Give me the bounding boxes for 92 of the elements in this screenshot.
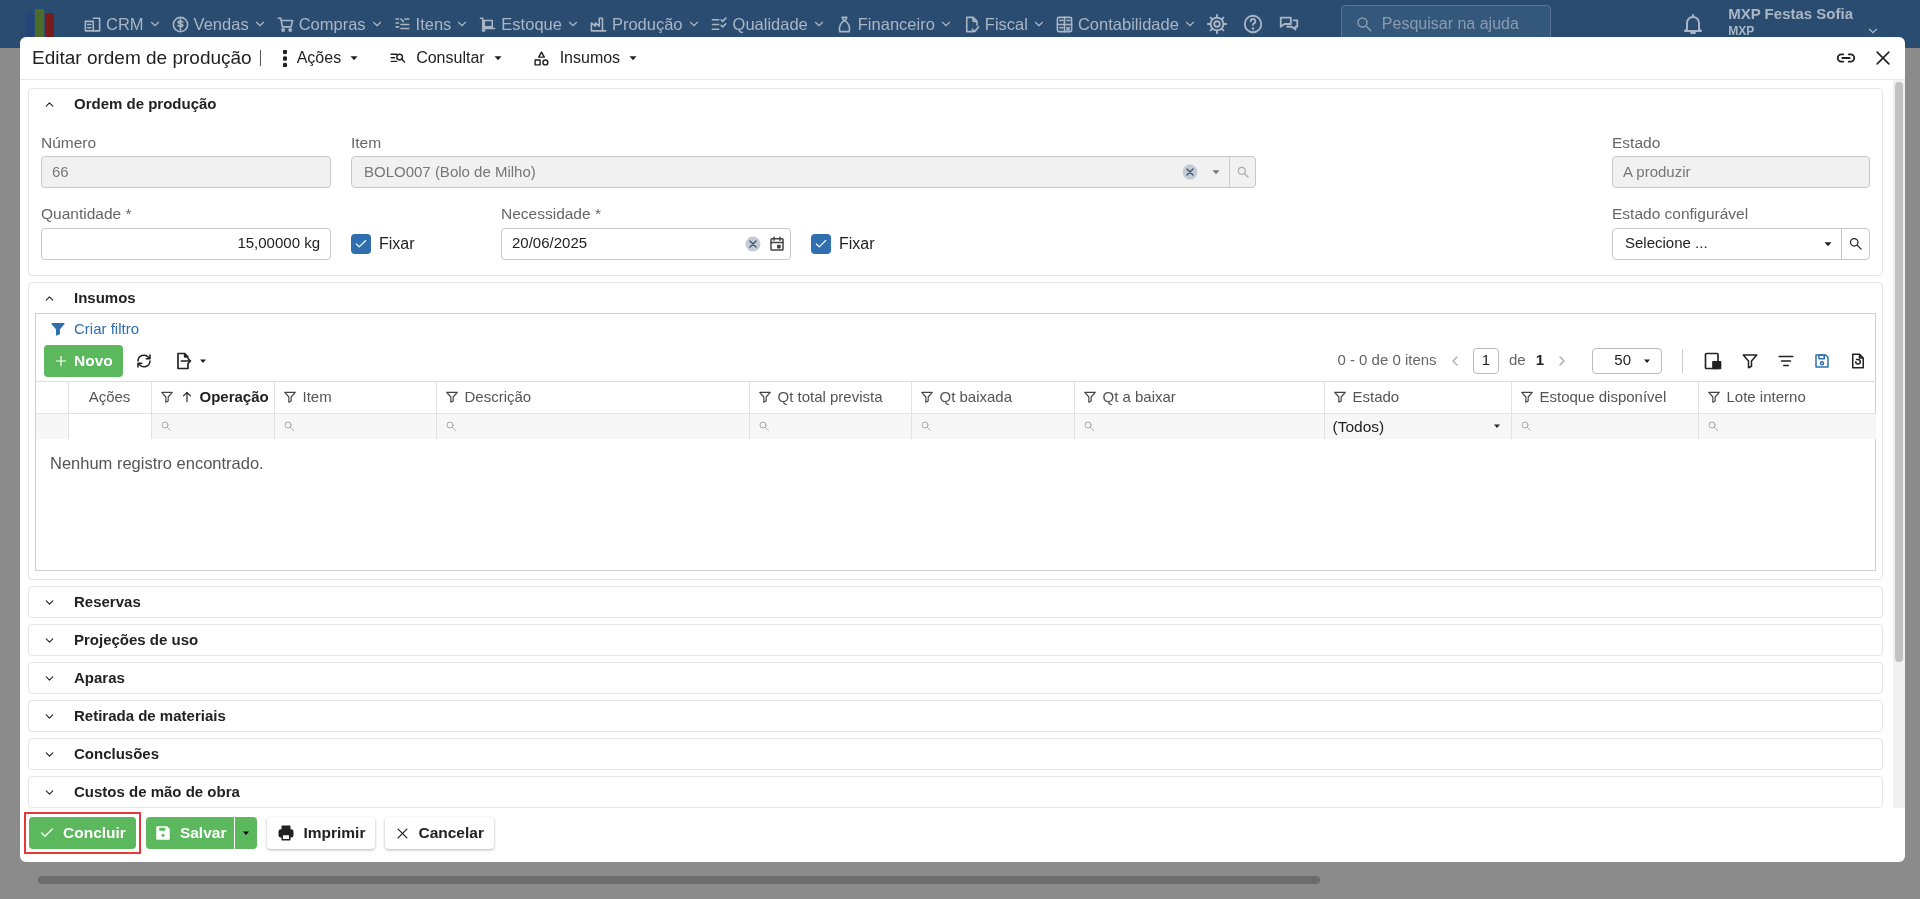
vertical-scrollbar[interactable] xyxy=(1893,80,1905,808)
search-icon xyxy=(919,420,932,433)
nav-menu[interactable]: Qualidade xyxy=(709,11,826,37)
search-icon xyxy=(159,420,172,433)
save-icon[interactable] xyxy=(1813,351,1831,370)
nav-menu[interactable]: Vendas xyxy=(170,11,267,37)
filter-icon xyxy=(444,390,459,404)
select-field[interactable]: Selecione ... xyxy=(1612,227,1870,260)
filter-icon xyxy=(1706,390,1721,404)
clear-icon xyxy=(1181,163,1200,182)
filter-icon xyxy=(1082,390,1097,404)
section-header[interactable]: Reservas xyxy=(29,587,1882,617)
section-header[interactable]: Projeções de uso xyxy=(29,625,1882,655)
search-icon xyxy=(1848,236,1863,251)
clear-icon xyxy=(744,234,762,253)
field-label: Número xyxy=(41,133,98,153)
filter-icon xyxy=(919,390,934,404)
create-filter-link[interactable]: Criar filtro xyxy=(44,314,145,341)
funnel-icon xyxy=(50,321,66,338)
filter-icon xyxy=(757,390,772,404)
section-header[interactable]: Aparas xyxy=(29,663,1882,693)
nav-menu[interactable]: Financeiro xyxy=(834,11,953,37)
search-icon xyxy=(282,420,295,433)
empty-message: Nenhum registro encontrado. xyxy=(49,453,265,474)
search-icon xyxy=(1235,165,1250,180)
total-pages: 1 xyxy=(1535,350,1544,371)
shapes-icon xyxy=(532,49,550,67)
user-name[interactable]: MXP Festas Sofia xyxy=(1728,6,1853,21)
date-field[interactable]: 20/06/2025 xyxy=(501,227,791,260)
field-label: Item xyxy=(351,133,383,153)
plus-icon xyxy=(54,353,68,368)
menu-item-icon xyxy=(588,14,608,34)
settings-icon[interactable] xyxy=(1205,13,1228,35)
section-header[interactable]: Conclusões xyxy=(29,739,1882,769)
page-size-select[interactable]: 50 xyxy=(1592,347,1662,374)
menu-item-icon xyxy=(170,14,190,34)
checkbox-label: Fixar xyxy=(379,233,415,254)
dialog-menu[interactable]: Ações xyxy=(276,46,368,70)
filter-icon xyxy=(1332,390,1347,404)
close-icon[interactable] xyxy=(1873,48,1893,68)
kebab-icon xyxy=(282,49,287,67)
print-button[interactable]: Imprimir xyxy=(267,817,376,849)
reset-icon[interactable] xyxy=(1849,351,1867,370)
menu-item-icon xyxy=(1054,14,1074,34)
field-label: Estado configurável xyxy=(1612,204,1750,225)
dialog-title: Editar ordem de produção xyxy=(32,45,252,70)
checkbox-label: Fixar xyxy=(839,233,875,254)
company-name: MXP xyxy=(1728,25,1756,37)
page-number-field[interactable]: 1 xyxy=(1472,347,1499,374)
section-header[interactable]: Insumos xyxy=(29,283,1882,313)
dialog-menu[interactable]: Insumos xyxy=(526,46,647,70)
menu-item-icon xyxy=(83,14,102,34)
logo-icon[interactable] xyxy=(26,9,54,39)
field-label: Quantidade * xyxy=(41,204,133,225)
checkbox[interactable] xyxy=(351,233,371,254)
menu-item-icon xyxy=(478,14,498,34)
item-count: 0 - 0 de 0 itens xyxy=(1337,350,1437,371)
section-header[interactable]: Retirada de materiais xyxy=(29,701,1882,731)
search-icon xyxy=(444,420,457,433)
section-header[interactable]: Custos de mão de obra xyxy=(29,777,1882,807)
nav-menu[interactable]: CRM xyxy=(83,11,162,37)
field-label: Estado xyxy=(1612,133,1662,153)
page-of-label: de xyxy=(1508,350,1526,371)
search-icon xyxy=(1519,420,1532,433)
filter-icon xyxy=(1519,390,1534,404)
section-header[interactable]: Ordem de produção xyxy=(29,89,1882,119)
filter-icon xyxy=(159,390,174,404)
save-options-button[interactable] xyxy=(235,817,258,849)
search-icon xyxy=(1082,420,1095,433)
help-icon[interactable] xyxy=(1241,13,1264,35)
nav-menu[interactable]: Fiscal xyxy=(961,11,1046,37)
floppy-icon xyxy=(153,824,172,842)
menu-item-icon xyxy=(275,14,295,34)
search-icon xyxy=(1706,420,1719,433)
refresh-icon[interactable] xyxy=(134,351,153,370)
printer-icon xyxy=(277,824,296,842)
search-icon xyxy=(757,420,770,433)
columns-icon[interactable] xyxy=(1703,350,1723,371)
filter-icon xyxy=(282,390,297,404)
calendar-icon xyxy=(768,234,786,253)
input-field[interactable]: 15,00000 kg xyxy=(41,227,331,260)
nav-menu[interactable]: Contabilidade xyxy=(1054,11,1197,37)
filter-icon[interactable] xyxy=(1741,351,1759,370)
nav-menu[interactable]: Itens xyxy=(392,11,470,37)
nav-menu[interactable]: Compras xyxy=(275,11,384,37)
nav-menu[interactable]: Estoque xyxy=(478,11,580,37)
checkbox[interactable] xyxy=(811,233,831,254)
horizontal-scrollbar[interactable] xyxy=(38,876,1320,884)
field-label: Necessidade * xyxy=(501,204,602,225)
cancel-button[interactable]: Cancelar xyxy=(385,817,494,849)
dialog-menu[interactable]: Consultar xyxy=(383,46,511,70)
nav-menu[interactable]: Produção xyxy=(588,11,701,37)
